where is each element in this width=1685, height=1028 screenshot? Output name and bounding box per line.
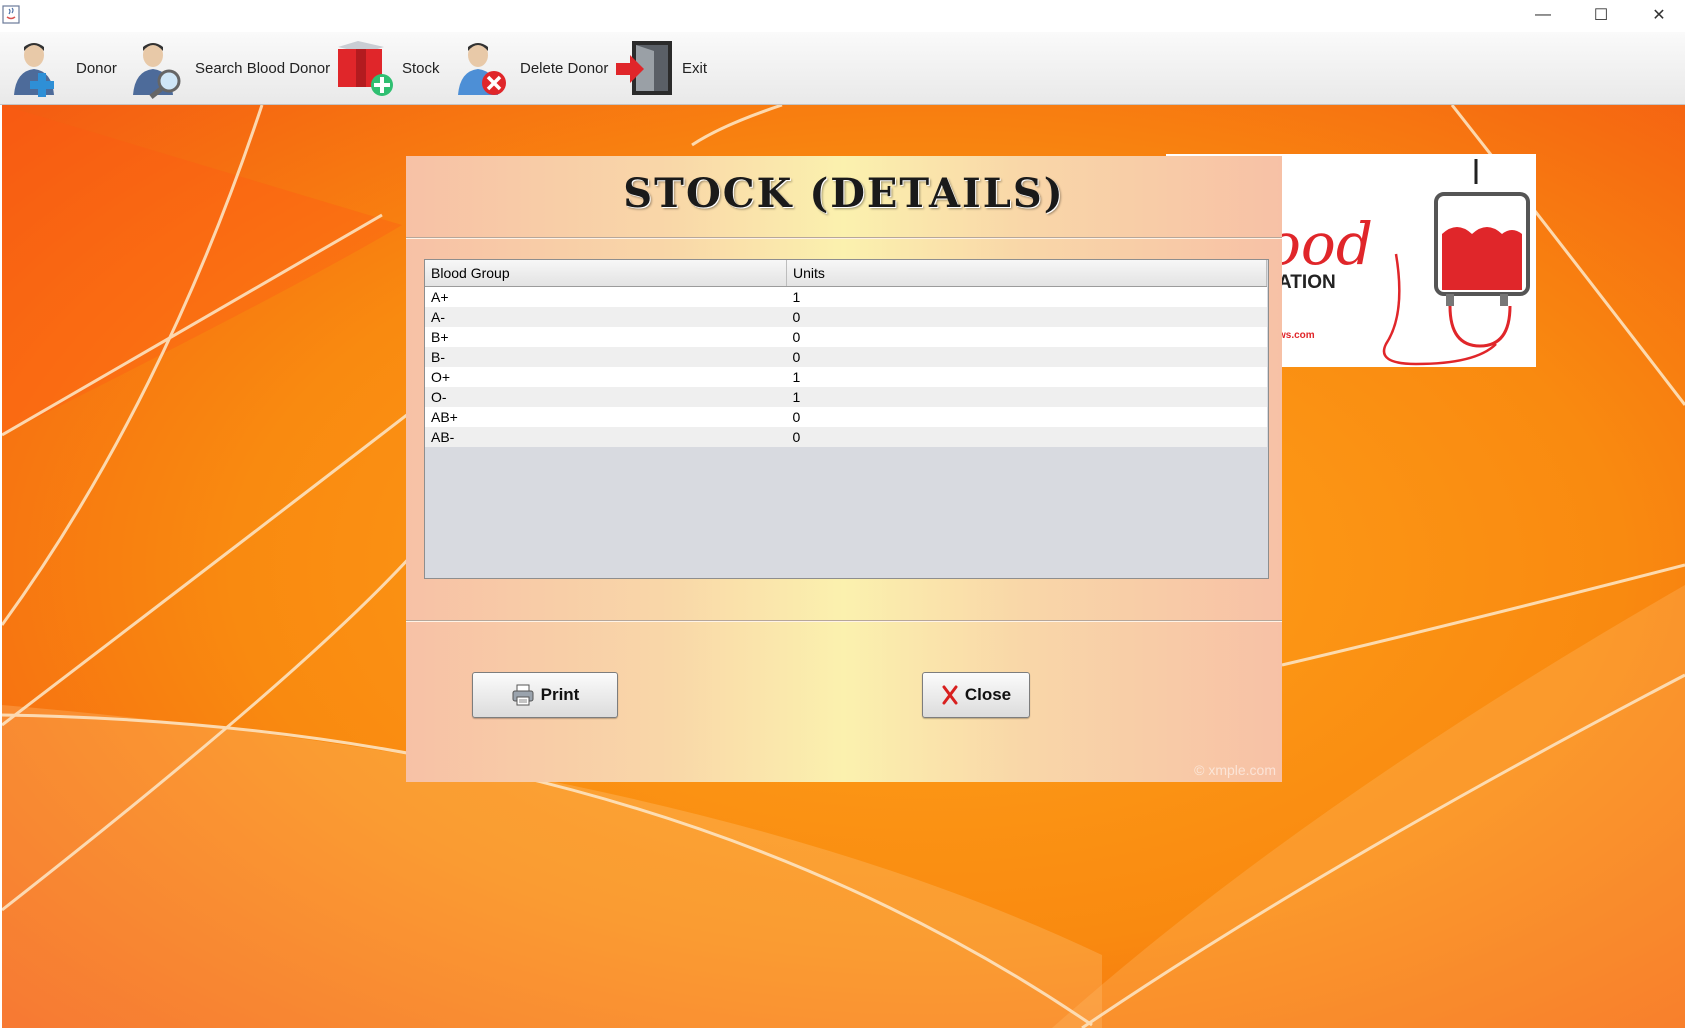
- blood-group-cell: O-: [425, 387, 787, 407]
- close-x-icon: [942, 685, 958, 705]
- table-row[interactable]: AB- 0: [425, 427, 1267, 447]
- title-divider: [406, 237, 1282, 239]
- stock-table-scrollpane[interactable]: Blood Group Units A+ 1 A- 0 B+ 0 B- 0 O+ 1 O-…: [424, 259, 1269, 579]
- column-header-blood-group[interactable]: Blood Group: [425, 260, 787, 287]
- delete-donor-label: Delete Donor: [520, 59, 609, 77]
- column-header-units[interactable]: Units: [786, 260, 1267, 287]
- print-button[interactable]: Print: [472, 672, 618, 718]
- exit-door-icon: [616, 41, 672, 95]
- exit-button[interactable]: Exit: [614, 36, 707, 100]
- stock-table: Blood Group Units A+ 1 A- 0 B+ 0 B- 0 O+ 1 O-…: [425, 260, 1267, 447]
- units-cell: 0: [786, 347, 1267, 367]
- maximize-button[interactable]: ☐: [1572, 0, 1630, 30]
- units-cell: 0: [786, 407, 1267, 427]
- blood-group-cell: B-: [425, 347, 787, 367]
- stock-button[interactable]: Stock: [334, 36, 440, 100]
- stock-box-icon: [338, 41, 393, 96]
- blood-group-cell: AB-: [425, 427, 787, 447]
- close-button-label: Close: [964, 685, 1012, 704]
- close-button[interactable]: Close: [922, 672, 1030, 718]
- watermark: © xmple.com: [1194, 762, 1276, 778]
- blood-group-cell: O+: [425, 367, 787, 387]
- units-cell: 1: [786, 286, 1267, 307]
- table-row[interactable]: O- 1: [425, 387, 1267, 407]
- window-title-bar: — ☐ ✕: [0, 0, 1685, 30]
- exit-button-label: Exit: [682, 59, 708, 77]
- table-row[interactable]: O+ 1: [425, 367, 1267, 387]
- table-row[interactable]: B- 0: [425, 347, 1267, 367]
- table-row[interactable]: A- 0: [425, 307, 1267, 327]
- units-cell: 1: [786, 367, 1267, 387]
- close-window-button[interactable]: ✕: [1630, 0, 1685, 30]
- blood-group-cell: A+: [425, 286, 787, 307]
- blood-group-cell: A-: [425, 307, 787, 327]
- units-cell: 0: [786, 327, 1267, 347]
- add-user-icon: [14, 43, 54, 97]
- stock-details-panel: STOCK (DETAILS) Blood Group Units A+ 1 A-…: [406, 156, 1282, 782]
- java-app-icon: [2, 5, 20, 24]
- svg-text:ATION: ATION: [1278, 272, 1336, 293]
- search-blood-donor-label: Search Blood Donor: [195, 59, 331, 77]
- delete-donor-button[interactable]: Delete Donor: [452, 36, 608, 100]
- page-title: STOCK (DETAILS): [623, 170, 1065, 217]
- donor-button-label: Donor: [76, 59, 117, 77]
- search-blood-donor-button[interactable]: Search Blood Donor: [127, 36, 330, 100]
- svg-text:ood: ood: [1266, 210, 1373, 278]
- buttons-divider: [406, 620, 1282, 622]
- units-cell: 0: [786, 427, 1267, 447]
- delete-user-icon: [458, 43, 506, 95]
- donor-button[interactable]: Donor: [8, 36, 117, 100]
- minimize-button[interactable]: —: [1514, 0, 1572, 30]
- blood-group-cell: AB+: [425, 407, 787, 427]
- table-row[interactable]: A+ 1: [425, 286, 1267, 307]
- stock-button-label: Stock: [402, 59, 440, 77]
- search-user-icon: [133, 43, 181, 99]
- printer-icon: [512, 684, 534, 706]
- table-row[interactable]: B+ 0: [425, 327, 1267, 347]
- units-cell: 0: [786, 307, 1267, 327]
- main-toolbar: Donor Search Blood Donor Stock Delete Do…: [0, 32, 1685, 105]
- table-row[interactable]: AB+ 0: [425, 407, 1267, 427]
- print-button-label: Print: [540, 685, 580, 704]
- svg-text:ws.com: ws.com: [1277, 330, 1315, 341]
- units-cell: 1: [786, 387, 1267, 407]
- blood-group-cell: B+: [425, 327, 787, 347]
